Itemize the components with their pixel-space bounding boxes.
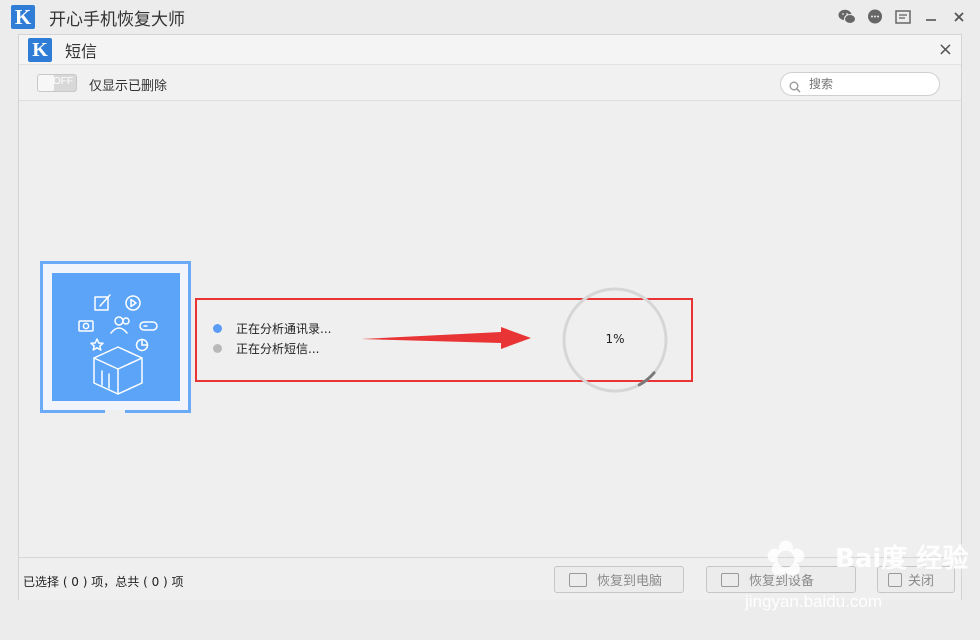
title-bar: K 开心手机恢复大师: [0, 0, 980, 34]
restore-to-device-label: 恢复到设备: [749, 574, 815, 589]
chat-icon[interactable]: [864, 7, 886, 27]
show-deleted-toggle[interactable]: OFF: [37, 74, 77, 92]
computer-icon: [569, 572, 587, 587]
selection-count: 已选择 ( 0 ) 项，总共 ( 0 ) 项: [23, 575, 184, 589]
pie-icon: [135, 338, 149, 352]
sms-panel: K 短信 × OFF 仅显示已删除 搜索 正在分析通讯录... 正在分析短信..…: [18, 34, 962, 600]
red-arrow-icon: [361, 327, 531, 349]
toggle-knob: [38, 75, 54, 91]
footer-bar: 已选择 ( 0 ) 项，总共 ( 0 ) 项 恢复到电脑 恢复到设备 关闭: [19, 557, 961, 600]
title-icons: [836, 7, 970, 27]
status-item-contacts: 正在分析通讯录...: [213, 320, 331, 337]
device-illustration: [40, 261, 191, 416]
app-logo: K: [11, 5, 35, 29]
filter-toolbar: OFF 仅显示已删除: [19, 65, 961, 101]
wechat-icon[interactable]: [836, 7, 858, 27]
device-icon: [721, 572, 739, 587]
restore-to-pc-button[interactable]: 恢复到电脑: [554, 566, 684, 593]
restore-to-pc-label: 恢复到电脑: [597, 574, 663, 589]
panel-title: 短信: [65, 41, 98, 61]
minimize-icon[interactable]: [920, 7, 942, 27]
search-box[interactable]: [780, 72, 940, 96]
card-gap: [105, 410, 125, 416]
edit-icon: [94, 294, 111, 311]
close-button-label: 关闭: [908, 574, 935, 589]
camera-icon: [78, 320, 94, 332]
status-label: 正在分析通讯录...: [236, 322, 332, 336]
progress-percent: 1%: [605, 332, 625, 346]
status-item-sms: 正在分析短信...: [213, 340, 319, 357]
feedback-icon[interactable]: [892, 7, 914, 27]
search-input[interactable]: [809, 77, 929, 91]
toggle-state-label: OFF: [53, 76, 73, 87]
exit-icon: [888, 572, 902, 587]
package-icon: [93, 346, 143, 395]
status-label: 正在分析短信...: [236, 342, 320, 356]
search-icon: [789, 78, 801, 93]
app-title: 开心手机恢复大师: [49, 9, 185, 30]
device-screen: [52, 273, 180, 401]
status-dot: [213, 344, 222, 353]
close-window-icon[interactable]: [948, 7, 970, 27]
gamepad-icon: [139, 321, 158, 331]
panel-header: K 短信 ×: [19, 35, 961, 65]
show-deleted-label: 仅显示已删除: [89, 79, 168, 94]
status-dot: [213, 324, 222, 333]
star-icon: [90, 338, 104, 351]
play-icon: [125, 295, 141, 311]
panel-logo: K: [28, 37, 52, 62]
contacts-icon: [110, 316, 130, 334]
restore-to-device-button[interactable]: 恢复到设备: [706, 566, 856, 593]
panel-close-button[interactable]: ×: [938, 39, 953, 60]
close-button[interactable]: 关闭: [877, 566, 955, 593]
